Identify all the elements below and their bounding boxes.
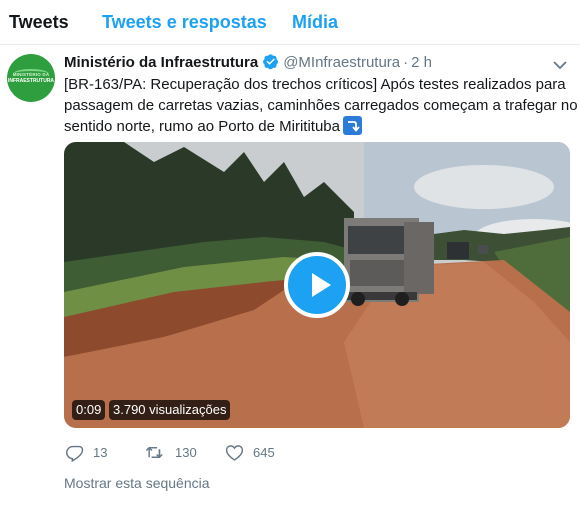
play-icon bbox=[312, 273, 331, 297]
tweet-text: [BR-163/PA: Recuperação dos trechos crít… bbox=[64, 74, 578, 137]
author-handle[interactable]: @MInfraestrutura bbox=[283, 54, 400, 71]
like-button[interactable]: 645 bbox=[225, 441, 275, 463]
video-views-badge: 3.790 visualizações bbox=[109, 400, 231, 420]
verified-badge-icon bbox=[262, 53, 279, 76]
avatar[interactable]: MINISTÉRIO DA INFRAESTRUTURA bbox=[7, 54, 55, 102]
video-duration-badge: 0:09 bbox=[72, 400, 106, 420]
tab-tweets-and-replies[interactable]: Tweets e respostas bbox=[102, 11, 267, 33]
tab-tweets[interactable]: Tweets bbox=[9, 11, 69, 33]
like-count: 645 bbox=[253, 444, 275, 460]
tweet-header: Ministério da Infraestrutura @MInfraestru… bbox=[64, 53, 432, 73]
retweet-count: 130 bbox=[175, 444, 197, 460]
retweet-button[interactable]: 130 bbox=[145, 441, 197, 463]
reply-icon bbox=[65, 443, 84, 462]
tweet-timestamp[interactable]: 2 h bbox=[411, 54, 432, 71]
separator-dot: · bbox=[403, 54, 409, 71]
reply-button[interactable]: 13 bbox=[65, 441, 107, 463]
author-name[interactable]: Ministério da Infraestrutura bbox=[64, 54, 258, 71]
tweet-text-line: passagem de carretas vazias, caminhões c… bbox=[64, 97, 578, 114]
play-button[interactable] bbox=[284, 252, 350, 318]
right-arrow-curving-down-icon bbox=[342, 116, 362, 135]
profile-tabs: Tweets Tweets e respostas Mídia bbox=[0, 0, 580, 45]
retweet-icon bbox=[145, 443, 166, 462]
video-player[interactable]: 0:09 3.790 visualizações bbox=[64, 142, 570, 428]
tweet-text-line: sentido norte, rumo ao Porto de Mirititu… bbox=[64, 118, 340, 135]
reply-count: 13 bbox=[93, 444, 108, 460]
show-thread-link[interactable]: Mostrar esta sequência bbox=[64, 474, 210, 492]
heart-icon bbox=[225, 443, 244, 462]
chevron-down-icon[interactable] bbox=[553, 57, 567, 70]
tweet-text-line: [BR-163/PA: Recuperação dos trechos crít… bbox=[64, 76, 566, 93]
logo-swoosh bbox=[13, 69, 49, 79]
tab-media[interactable]: Mídia bbox=[292, 11, 338, 33]
